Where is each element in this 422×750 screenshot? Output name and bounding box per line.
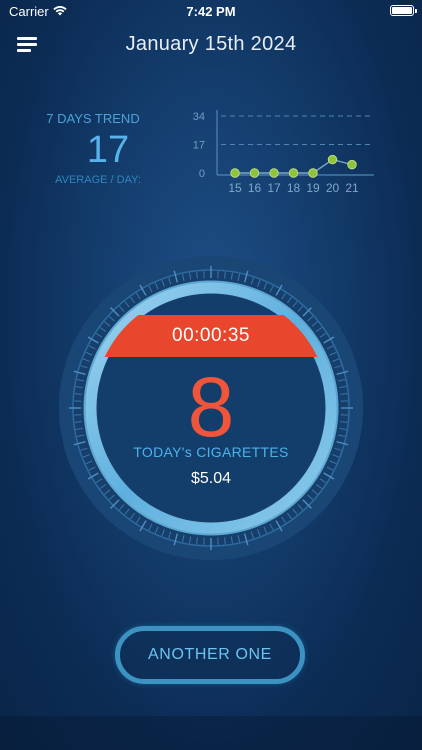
chart-y-tick-label: 0 xyxy=(199,168,205,180)
chart-x-tick-label: 21 xyxy=(345,181,359,195)
chart-data-point xyxy=(288,168,299,178)
page-title: January 15th 2024 xyxy=(125,33,297,55)
battery-icon xyxy=(390,5,417,16)
chart-data-point xyxy=(327,154,338,165)
chart-data-point xyxy=(249,168,260,178)
count-label: TODAY's CIGARETTES xyxy=(133,444,289,460)
chart-x-tick-label: 17 xyxy=(267,181,281,195)
chart-x-tick-label: 18 xyxy=(287,181,301,195)
chart-data-point xyxy=(308,168,318,178)
today-cost: $5.04 xyxy=(190,470,232,487)
chart-data-point xyxy=(347,159,357,170)
status-bar: Carrier 7:42 PM xyxy=(0,0,422,22)
trend-average-label: AVERAGE / DAY: xyxy=(55,174,141,186)
chart-x-tick-label: 20 xyxy=(326,181,340,195)
cigarette-count: 8 xyxy=(187,360,235,454)
another-one-button[interactable]: ANOTHER ONE xyxy=(115,626,305,684)
status-time: 7:42 PM xyxy=(186,4,236,19)
elapsed-timer: 00:00:35 xyxy=(172,325,250,346)
chart-data-point xyxy=(269,168,279,178)
chart-x-tick-label: 19 xyxy=(306,181,320,195)
trend-average-value: 17 xyxy=(86,129,130,171)
trend-label: 7 DAYS TREND xyxy=(46,111,140,126)
chart-data-point xyxy=(230,168,240,178)
bottom-bar xyxy=(0,716,422,750)
chart-y-tick-label: 34 xyxy=(193,111,205,123)
chart-y-tick-label: 17 xyxy=(193,140,205,152)
chart-x-tick-label: 16 xyxy=(248,181,262,195)
trend-chart: 0 17 34 15 16 17 18 19 20 21 xyxy=(193,110,374,195)
cigarette-counter-dial: 00:00:35 8 TODAY's CIGARETTES $5.04 xyxy=(56,253,366,563)
chart-x-tick-label: 15 xyxy=(228,181,242,195)
